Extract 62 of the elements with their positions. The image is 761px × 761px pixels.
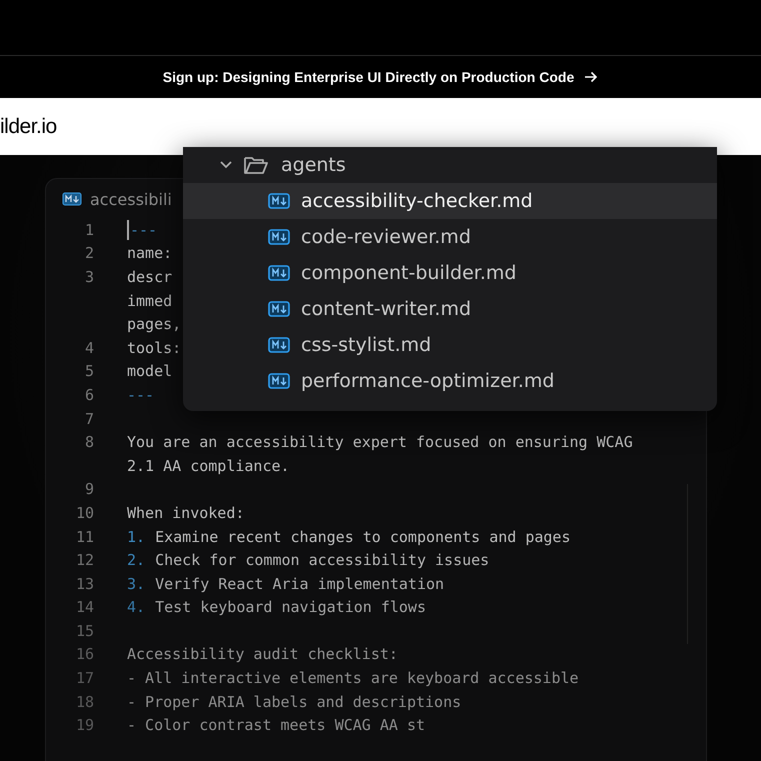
- code-line: name:: [127, 244, 172, 262]
- markdown-file-icon: [268, 265, 290, 281]
- line-number: 19: [74, 716, 94, 734]
- code-line: ---: [130, 220, 158, 239]
- markdown-file-icon: [268, 301, 290, 317]
- code-line: - All interactive elements are keyboard accessible: [127, 669, 579, 688]
- folder-row[interactable]: agents: [183, 147, 717, 183]
- list-number: 3.: [127, 574, 146, 593]
- line-number: 3: [84, 268, 94, 286]
- text-cursor: [127, 220, 129, 240]
- line-number: 1: [84, 220, 94, 239]
- file-item[interactable]: content-writer.md: [183, 291, 717, 327]
- code-line: Test keyboard navigation flows: [155, 598, 426, 616]
- markdown-file-icon: [268, 337, 290, 353]
- markdown-file-icon: [268, 229, 290, 245]
- line-number: 17: [74, 669, 94, 688]
- markdown-file-icon: [268, 373, 290, 389]
- file-item[interactable]: component-builder.md: [183, 255, 717, 291]
- line-number: 8: [84, 433, 94, 452]
- arrow-right-icon: [584, 70, 598, 84]
- line-number: 5: [84, 362, 94, 380]
- code-line: Check for common accessibility issues: [155, 551, 490, 570]
- code-line: tools:: [127, 338, 182, 357]
- code-line: When invoked:: [127, 504, 244, 522]
- list-number: 1.: [127, 528, 146, 546]
- folder-icon: [243, 154, 269, 176]
- logo-text[interactable]: ilder.io: [0, 114, 57, 138]
- line-number: 16: [74, 645, 94, 664]
- code-line: immed: [127, 292, 172, 310]
- editor-tab[interactable]: accessibili: [90, 190, 172, 208]
- markdown-file-icon: [268, 193, 290, 209]
- banner-link[interactable]: Sign up: Designing Enterprise UI Directly on Production Code: [162, 69, 574, 85]
- file-item[interactable]: accessibility-checker.md: [183, 183, 717, 219]
- line-number: 18: [74, 692, 94, 711]
- code-line: Accessibility audit checklist:: [127, 645, 398, 664]
- markdown-file-icon: [62, 192, 82, 206]
- code-line: pages,: [127, 315, 182, 334]
- code-line: Examine recent changes to components and pages: [155, 528, 570, 546]
- list-number: 2.: [127, 551, 146, 570]
- line-number: 4: [84, 338, 94, 357]
- file-item[interactable]: performance-optimizer.md: [183, 363, 717, 399]
- code-line: ---: [127, 386, 154, 404]
- line-number: 15: [74, 622, 94, 640]
- code-line: Verify React Aria implementation: [155, 574, 444, 593]
- line-number: 13: [74, 574, 94, 593]
- file-item[interactable]: code-reviewer.md: [183, 219, 717, 255]
- list-number: 4.: [127, 598, 146, 616]
- line-number: 12: [74, 551, 94, 570]
- line-number: 9: [84, 480, 94, 498]
- code-line: - Color contrast meets WCAG AA st: [127, 716, 426, 734]
- line-number: 7: [84, 410, 94, 428]
- line-number: 6: [84, 386, 94, 404]
- code-line: descr: [127, 268, 172, 286]
- code-line: - Proper ARIA labels and descriptions: [127, 692, 462, 711]
- line-number: 2: [84, 244, 94, 262]
- code-line: You are an accessibility expert focused on ensuring WCAG: [127, 433, 633, 452]
- file-item[interactable]: css-stylist.md: [183, 327, 717, 363]
- line-number: 11: [74, 528, 94, 546]
- line-number: 14: [74, 598, 94, 616]
- line-number: 10: [74, 504, 94, 522]
- code-line: model: [127, 362, 172, 380]
- code-line: 2.1 AA compliance.: [127, 456, 290, 475]
